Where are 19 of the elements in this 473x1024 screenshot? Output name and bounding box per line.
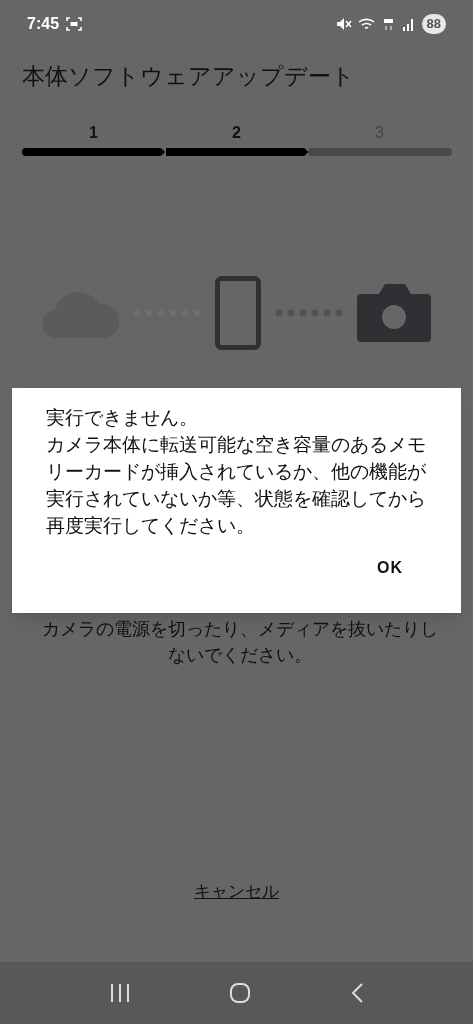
dotted-connector-drawing: [274, 309, 343, 317]
ok-button[interactable]: OK: [377, 556, 403, 580]
home-icon[interactable]: [229, 982, 252, 1004]
mute-icon: [335, 17, 352, 31]
smartphone-icon: [214, 276, 261, 350]
signal-icon: [401, 17, 416, 31]
cellular-5g-icon: [381, 17, 396, 31]
screenshot-icon: [66, 16, 83, 32]
dialog-message: カメラ本体に転送可能な空き容量のあるメモリーカードが挿入されているか、他の機能が実行されていないか等、状態を確認してから再度実行してください。: [46, 433, 427, 538]
back-icon[interactable]: [349, 982, 364, 1004]
warning-text: カメラの電源を切ったり、メディアを抜いたりしないでください。: [41, 618, 439, 667]
status-time: 7:45: [27, 14, 60, 34]
recent-apps-icon[interactable]: [109, 983, 132, 1003]
battery-level: 88: [421, 14, 446, 34]
step-number: 2: [232, 123, 241, 143]
page-title: 本体ソフトウェアアップデート: [21, 62, 356, 91]
camera-icon: [356, 284, 431, 342]
step-number: 1: [89, 123, 98, 143]
dialog-heading: 実行できません。: [46, 406, 199, 430]
